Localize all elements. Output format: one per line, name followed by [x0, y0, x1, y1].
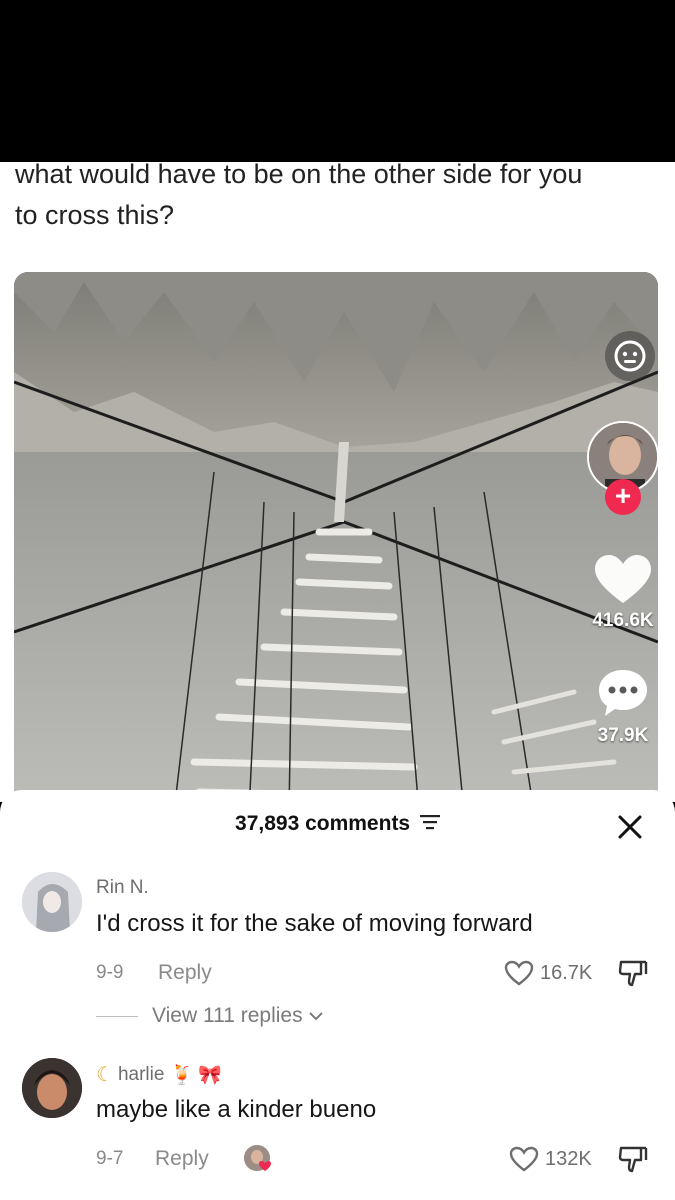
view-replies-button[interactable]: View 111 replies — [96, 1004, 325, 1028]
comment-username-row[interactable]: ☾ harlie 🍹 🎀 — [96, 1062, 222, 1087]
comment-text: I'd cross it for the sake of moving forw… — [96, 910, 533, 937]
post-caption: what would have to be on the other side … — [15, 159, 655, 236]
comment-text: maybe like a kinder bueno — [96, 1096, 377, 1123]
reply-button[interactable]: Reply — [155, 1147, 209, 1171]
video-player[interactable] — [14, 272, 658, 812]
comments-count: 37,893 comments — [235, 812, 411, 835]
drink-icon: 🍹 — [170, 1064, 195, 1086]
comment-like-count: 132K — [545, 1147, 592, 1170]
comment-date: 9-9 — [96, 962, 124, 983]
close-icon[interactable] — [615, 812, 645, 842]
comment-count: 37.9K — [597, 725, 649, 746]
avatar[interactable] — [22, 872, 82, 932]
comment-like-button[interactable]: 16.7K — [504, 960, 592, 986]
reply-button[interactable]: Reply — [158, 961, 212, 985]
comments-header: 37,893 comments — [0, 812, 675, 842]
avatar[interactable] — [22, 1058, 82, 1118]
top-black-bar — [0, 0, 675, 162]
comment-date: 9-7 — [96, 1148, 124, 1169]
heart-outline-icon — [509, 1146, 539, 1172]
comment-icon[interactable] — [597, 668, 649, 718]
comment-like-count: 16.7K — [540, 961, 593, 984]
creator-heart-icon — [259, 1161, 271, 1171]
follow-plus-button[interactable]: + — [605, 479, 641, 515]
dislike-icon[interactable] — [617, 1144, 649, 1174]
ribbon-icon: 🎀 — [198, 1064, 222, 1086]
caption-line-1: what would have to be on the other side … — [15, 159, 583, 189]
filter-icon[interactable] — [419, 814, 440, 830]
comment-username: harlie — [117, 1063, 165, 1085]
dislike-icon[interactable] — [617, 958, 649, 988]
bridge-image — [14, 272, 658, 812]
heart-outline-icon — [504, 960, 534, 986]
action-rail: + 416.6K 37.9K — [583, 325, 663, 795]
post-container: what would have to be on the other side … — [0, 159, 675, 812]
captions-icon[interactable] — [605, 331, 655, 381]
comment-username[interactable]: Rin N. — [96, 877, 149, 899]
like-count: 416.6K — [592, 610, 654, 631]
heart-icon[interactable] — [595, 555, 651, 605]
comments-sheet: 37,893 comments Rin N. I'd cross it for … — [0, 790, 675, 1200]
replies-divider — [96, 1015, 138, 1017]
view-replies-label: View 111 replies — [152, 1004, 303, 1027]
comment-like-button[interactable]: 132K — [509, 1146, 592, 1172]
moon-icon: ☾ — [96, 1064, 114, 1086]
chevron-down-icon — [308, 1012, 323, 1021]
caption-line-2: to cross this? — [15, 200, 175, 230]
